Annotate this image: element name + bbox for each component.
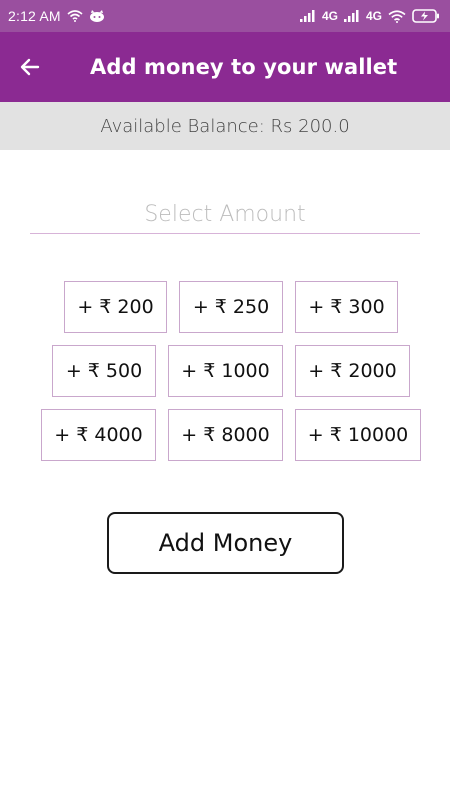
wifi-icon [67,10,83,22]
battery-charging-icon [412,9,440,23]
network-type-label: 4G [321,9,338,23]
status-time: 2:12 AM [8,8,61,24]
amount-option-500[interactable]: + ₹ 500 [52,345,156,397]
amount-option-250[interactable]: + ₹ 250 [179,281,283,333]
status-left: 2:12 AM [8,8,105,24]
amount-input[interactable] [30,196,420,234]
amount-option-300[interactable]: + ₹ 300 [295,281,398,333]
signal-icon [299,10,316,22]
amount-option-8000[interactable]: + ₹ 8000 [168,409,283,461]
amount-option-2000[interactable]: + ₹ 2000 [295,345,410,397]
add-money-button[interactable]: Add Money [107,512,344,574]
signal-icon [343,10,360,22]
page-title: Add money to your wallet [90,55,398,79]
amount-option-200[interactable]: + ₹ 200 [64,281,167,333]
wifi-icon [388,9,406,23]
network-type-label: 4G [365,9,382,23]
arrow-left-icon [18,55,42,79]
balance-bar: Available Balance: Rs 200.0 [0,102,450,150]
status-bar: 2:12 AM 4G 4G [0,0,450,32]
back-button[interactable] [0,32,60,102]
notification-app-icon [89,10,105,22]
amount-option-4000[interactable]: + ₹ 4000 [41,409,156,461]
app-bar: Add money to your wallet [0,32,450,102]
available-balance-text: Available Balance: Rs 200.0 [100,115,350,137]
amount-option-1000[interactable]: + ₹ 1000 [168,345,283,397]
status-right: 4G 4G [299,9,440,23]
amount-option-10000[interactable]: + ₹ 10000 [295,409,421,461]
